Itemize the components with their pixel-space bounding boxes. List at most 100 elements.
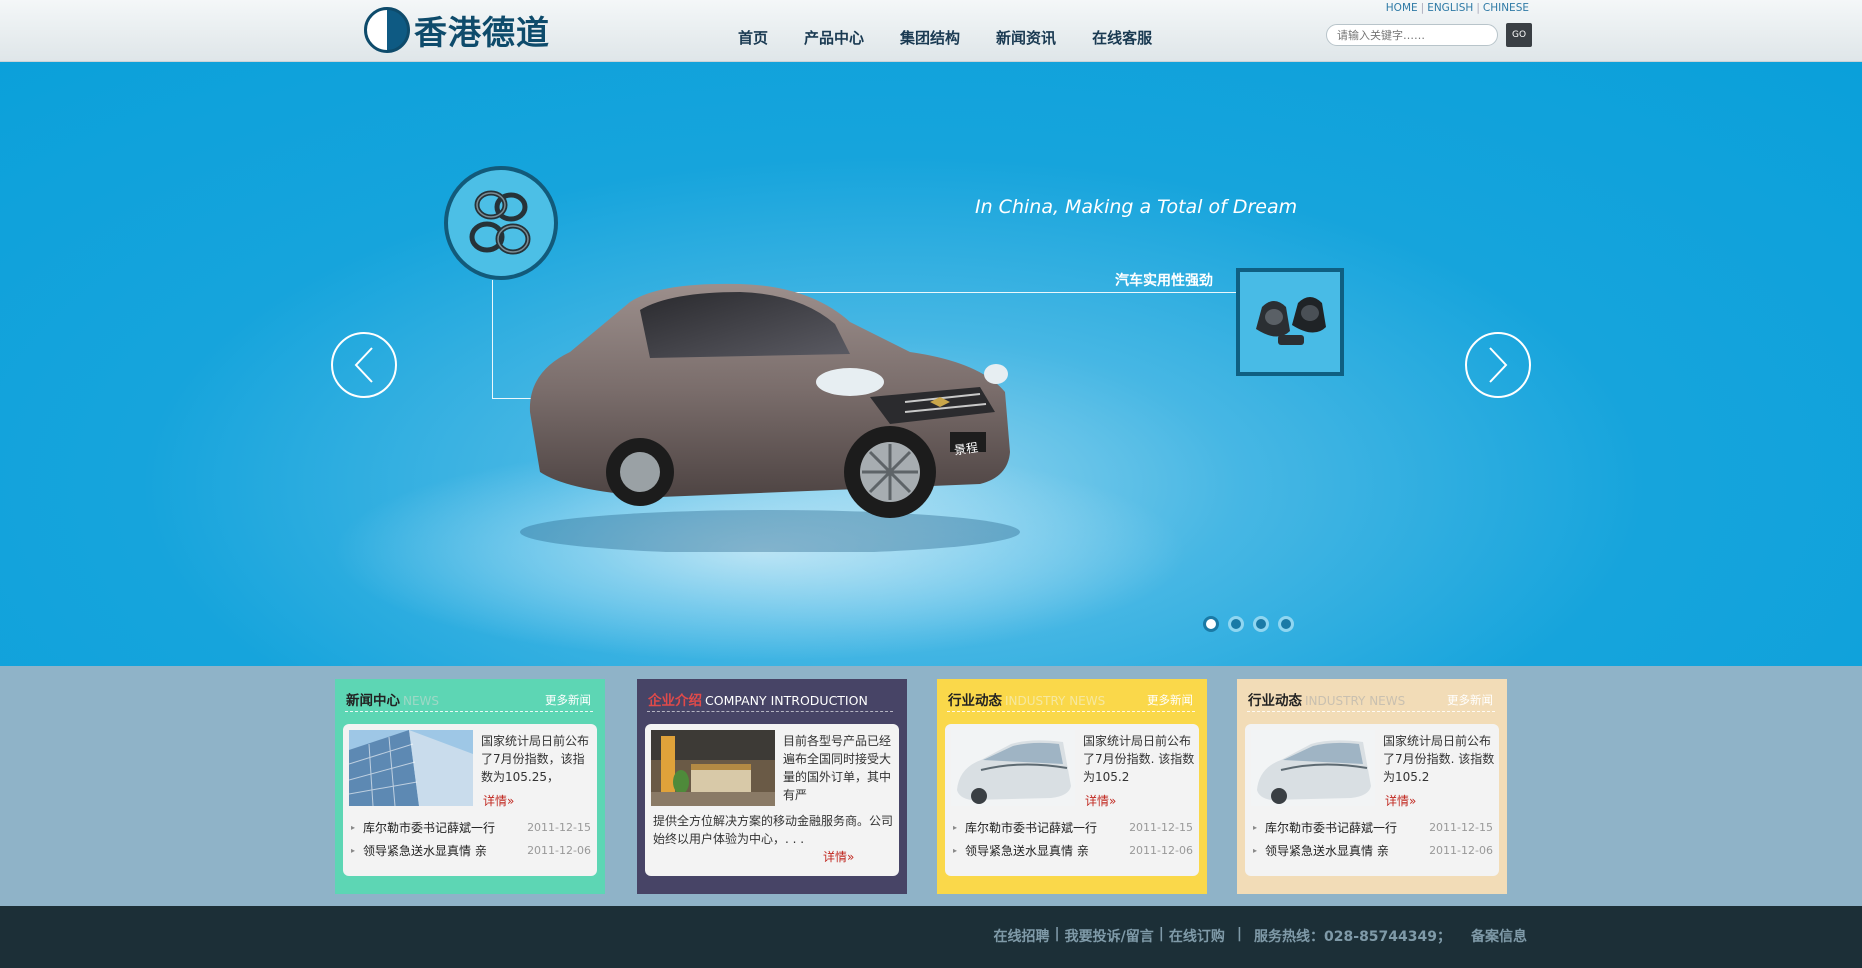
industry-card: 国家统计局日前公布了7月份指数. 该指数为105.2 详情» ▸ 库尔勒市委书记…	[1245, 724, 1499, 876]
news-center-panel: 新闻中心 NEWS 更多新闻 国家统计局日前公布了7月份指数，该指数为105.25…	[335, 679, 605, 894]
site-footer: 在线招聘 | 我要投诉/留言 | 在线订购 | 服务热线：028-8574434…	[0, 906, 1862, 968]
list-item-date: 2011-12-15	[1429, 821, 1493, 834]
list-item[interactable]: ▸ 库尔勒市委书记薛斌一行 2011-12-15	[351, 816, 591, 839]
news-card: 国家统计局日前公布了7月份指数，该指数为105.25， 详情» ▸ 库尔勒市委书…	[343, 724, 597, 876]
double-chevron-icon: »	[507, 794, 515, 808]
slide-indicator	[1203, 616, 1303, 632]
detail-link[interactable]: 详情»	[1085, 792, 1116, 809]
nav-home[interactable]: 首页	[732, 26, 774, 50]
slide-dot-3[interactable]	[1253, 616, 1269, 632]
list-item[interactable]: ▸ 领导紧急送水显真情 亲 2011-12-06	[953, 839, 1193, 862]
list-item[interactable]: ▸ 领导紧急送水显真情 亲 2011-12-06	[351, 839, 591, 862]
list-item-title: 领导紧急送水显真情 亲	[363, 844, 487, 858]
banner-prev-button[interactable]	[331, 332, 397, 398]
list-item[interactable]: ▸ 库尔勒市委书记薛斌一行 2011-12-15	[953, 816, 1193, 839]
footer-record-link[interactable]: 备案信息	[1471, 926, 1527, 946]
list-item-title: 库尔勒市委书记薛斌一行	[363, 821, 496, 835]
detail-label: 详情	[483, 794, 508, 808]
bushing-icon	[1256, 297, 1326, 345]
panel-title-cn: 行业动态	[1248, 693, 1302, 709]
bullet-icon: ▸	[953, 823, 958, 832]
list-item[interactable]: ▸ 库尔勒市委书记薛斌一行 2011-12-15	[1253, 816, 1493, 839]
rings-icon	[469, 190, 531, 255]
car-thumbnail[interactable]	[951, 730, 1075, 806]
company-summary: 目前各型号产品已经遍布全国同时接受大量的国外订单，其中有严	[783, 734, 892, 802]
panel-title: 企业介绍 COMPANY INTRODUCTION	[648, 689, 868, 709]
nav-products[interactable]: 产品中心	[798, 26, 870, 50]
list-item-date: 2011-12-15	[1129, 821, 1193, 834]
industry-list: ▸ 库尔勒市委书记薛斌一行 2011-12-15 ▸ 领导紧急送水显真情 亲 2…	[1253, 816, 1493, 862]
industry-news-panel: 行业动态 INDUSTRY NEWS 更多新闻 国家统计局日前公布了7月份指数. …	[937, 679, 1207, 894]
bullet-icon: ▸	[953, 846, 958, 855]
list-item-date: 2011-12-06	[1429, 844, 1493, 857]
company-intro-panel: 企业介绍 COMPANY INTRODUCTION 目前各型号产品已经遍布全国同时…	[637, 679, 907, 894]
logo-mark	[364, 7, 410, 53]
footer-separator: |	[1054, 926, 1060, 942]
double-chevron-icon: »	[1409, 794, 1417, 808]
chevron-left-icon	[354, 347, 373, 383]
detail-label: 详情	[1085, 794, 1110, 808]
car-plate: 景程	[953, 440, 979, 458]
bullet-icon: ▸	[1253, 846, 1258, 855]
more-news-link[interactable]: 更多新闻	[545, 692, 591, 708]
company-card: 目前各型号产品已经遍布全国同时接受大量的国外订单，其中有严 提供全方位解决方案的…	[645, 724, 899, 876]
car-image	[520, 283, 1020, 552]
logo-text: 香港德道	[414, 13, 550, 52]
building-thumbnail[interactable]	[349, 730, 473, 806]
list-item-date: 2011-12-15	[527, 821, 591, 834]
footer-link-order[interactable]: 在线订购	[1169, 926, 1225, 946]
double-chevron-icon: »	[1109, 794, 1117, 808]
company-body: 提供全方位解决方案的移动金融服务商。公司始终以用户体验为中心，. . .	[653, 814, 894, 846]
bushing-product-badge[interactable]	[1236, 268, 1344, 376]
search-go-button[interactable]: GO	[1506, 23, 1532, 47]
double-chevron-icon: »	[847, 850, 855, 864]
industry-summary: 国家统计局日前公布了7月份指数. 该指数为105.2	[1383, 734, 1495, 784]
car-thumbnail[interactable]	[1251, 730, 1375, 806]
industry-summary: 国家统计局日前公布了7月份指数. 该指数为105.2	[1083, 734, 1195, 784]
bullet-icon: ▸	[1253, 823, 1258, 832]
panel-title-en: INDUSTRY NEWS	[1305, 694, 1406, 708]
list-item[interactable]: ▸ 领导紧急送水显真情 亲 2011-12-06	[1253, 839, 1493, 862]
nav-news[interactable]: 新闻资讯	[990, 26, 1062, 50]
bullet-icon: ▸	[351, 823, 356, 832]
more-news-link[interactable]: 更多新闻	[1447, 692, 1493, 708]
banner-callout: 汽车实用性强劲	[1115, 273, 1213, 289]
list-item-title: 领导紧急送水显真情 亲	[1265, 844, 1389, 858]
industry-card: 国家统计局日前公布了7月份指数. 该指数为105.2 详情» ▸ 库尔勒市委书记…	[945, 724, 1199, 876]
footer-link-recruit[interactable]: 在线招聘	[994, 926, 1050, 946]
lang-chinese-link[interactable]: CHINESE	[1480, 2, 1532, 14]
industry-news-panel-2: 行业动态 INDUSTRY NEWS 更多新闻 国家统计局日前公布了7月份指数. …	[1237, 679, 1507, 894]
banner-next-button[interactable]	[1465, 332, 1531, 398]
more-news-link[interactable]: 更多新闻	[1147, 692, 1193, 708]
slide-dot-1[interactable]	[1203, 616, 1219, 632]
detail-link[interactable]: 详情»	[483, 792, 514, 809]
dashed-divider	[345, 711, 593, 712]
list-item-title: 库尔勒市委书记薛斌一行	[1265, 821, 1398, 835]
dashed-divider	[1247, 711, 1495, 712]
list-item-date: 2011-12-06	[527, 844, 591, 857]
news-summary: 国家统计局日前公布了7月份指数，该指数为105.25，	[481, 734, 590, 784]
list-item-title: 库尔勒市委书记薛斌一行	[965, 821, 1098, 835]
detail-link[interactable]: 详情»	[823, 848, 854, 865]
lang-english-link[interactable]: ENGLISH	[1424, 2, 1476, 14]
panel-title-en: INDUSTRY NEWS	[1005, 694, 1106, 708]
banner-slogan: In China, Making a Total of Dream	[975, 196, 1298, 218]
hero-banner: In China, Making a Total of Dream 汽车实用性强…	[0, 62, 1862, 666]
slide-dot-4[interactable]	[1278, 616, 1294, 632]
logo[interactable]: 香港德道	[364, 6, 550, 54]
office-thumbnail[interactable]	[651, 730, 775, 806]
site-header: 香港德道 首页 产品中心 集团结构 新闻资讯 在线客服 HOME | ENGLI…	[0, 0, 1862, 62]
search-input[interactable]	[1326, 24, 1498, 46]
chevron-right-icon	[1489, 347, 1508, 383]
slide-dot-2[interactable]	[1228, 616, 1244, 632]
lang-home-link[interactable]: HOME	[1383, 2, 1421, 14]
main-nav: 首页 产品中心 集团结构 新闻资讯 在线客服	[732, 26, 1158, 50]
footer-hotline: 服务热线：028-85744349；	[1254, 929, 1451, 945]
dashed-divider	[947, 711, 1195, 712]
detail-link[interactable]: 详情»	[1385, 792, 1416, 809]
panel-title: 行业动态 INDUSTRY NEWS	[1248, 689, 1405, 709]
nav-group-structure[interactable]: 集团结构	[894, 26, 966, 50]
nav-online-service[interactable]: 在线客服	[1086, 26, 1158, 50]
footer-link-complaint[interactable]: 我要投诉/留言	[1065, 926, 1154, 946]
content-panels: 新闻中心 NEWS 更多新闻 国家统计局日前公布了7月份指数，该指数为105.25…	[0, 666, 1862, 906]
